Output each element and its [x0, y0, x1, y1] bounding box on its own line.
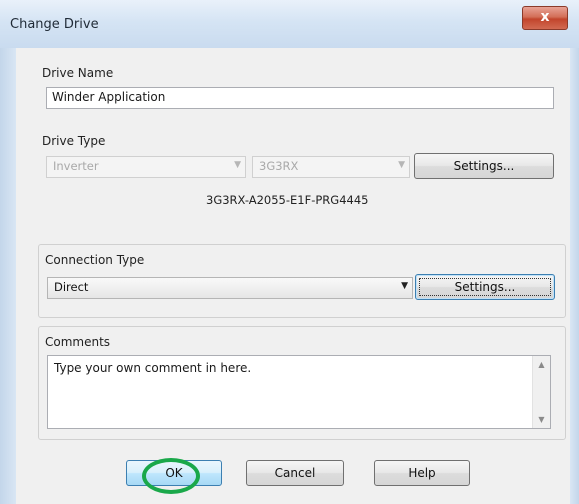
window-frame-right	[570, 48, 579, 504]
dropdown-arrow-icon: ▼	[234, 160, 241, 170]
scroll-up-icon[interactable]: ▲	[533, 356, 550, 373]
dropdown-arrow-icon: ▼	[398, 160, 405, 170]
drive-type-select[interactable]: Inverter ▼	[46, 156, 246, 178]
comments-group: Comments Type your own comment in here. …	[38, 326, 566, 440]
connection-settings-button[interactable]: Settings...	[415, 274, 555, 300]
drive-type-value: Inverter	[53, 159, 99, 173]
close-button[interactable]: x	[522, 6, 568, 30]
scroll-down-icon[interactable]: ▼	[533, 411, 550, 428]
drive-type-settings-button[interactable]: Settings...	[414, 153, 554, 179]
drive-part-number: 3G3RX-A2055-E1F-PRG4445	[206, 193, 369, 207]
close-icon: x	[540, 9, 550, 25]
dialog-title: Change Drive	[10, 17, 99, 32]
connection-type-value: Direct	[54, 280, 89, 294]
drive-model-value: 3G3RX	[259, 159, 299, 173]
connection-type-label: Connection Type	[45, 253, 145, 267]
ok-highlight-circle	[142, 458, 200, 494]
cancel-button[interactable]: Cancel	[246, 460, 344, 486]
dialog-body: Drive Name Winder Application Drive Type…	[16, 48, 570, 504]
dropdown-arrow-icon: ▼	[401, 281, 408, 291]
comments-label: Comments	[45, 335, 111, 349]
connection-type-select[interactable]: Direct ▼	[47, 277, 413, 299]
drive-name-label: Drive Name	[42, 66, 114, 80]
change-drive-dialog: Change Drive x Drive Name Winder Applica…	[0, 0, 579, 504]
connection-type-group: Connection Type Direct ▼ Settings...	[38, 244, 566, 318]
comments-scrollbar[interactable]: ▲ ▼	[532, 356, 550, 428]
drive-name-input[interactable]: Winder Application	[46, 87, 554, 109]
comments-text: Type your own comment in here.	[54, 361, 252, 375]
comments-textarea[interactable]: Type your own comment in here. ▲ ▼	[47, 355, 551, 429]
window-frame-left	[0, 48, 16, 504]
drive-model-select[interactable]: 3G3RX ▼	[252, 156, 410, 178]
title-bar[interactable]: Change Drive x	[0, 0, 579, 49]
drive-type-label: Drive Type	[42, 134, 106, 148]
help-button[interactable]: Help	[374, 460, 470, 486]
